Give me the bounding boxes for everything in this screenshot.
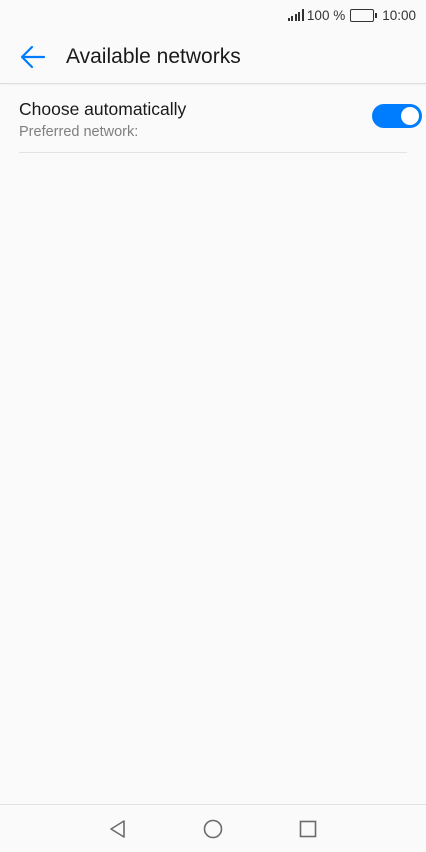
circle-home-icon [203,819,223,838]
signal-strength-icon [287,9,304,21]
choose-automatically-label: Choose automatically [19,98,187,119]
app-bar: Available networks [0,30,426,84]
back-button[interactable] [18,42,48,72]
clock: 10:00 [382,7,416,23]
status-bar: 100 % 10:00 [0,0,426,30]
nav-home-button[interactable] [193,809,233,849]
arrow-left-icon [20,45,46,68]
toggle-knob [401,107,419,125]
nav-back-button[interactable] [98,809,138,849]
preferred-network-label: Preferred network: [19,123,139,140]
navigation-bar [0,804,426,852]
choose-automatically-row[interactable]: Choose automatically Preferred network: [19,84,422,153]
page-title: Available networks [66,44,241,68]
triangle-back-icon [110,819,125,838]
battery-icon [350,8,378,22]
square-recents-icon [299,820,317,837]
battery-percent: 100 % [306,7,346,23]
nav-recents-button[interactable] [288,809,328,849]
choose-automatically-toggle[interactable] [372,104,422,128]
